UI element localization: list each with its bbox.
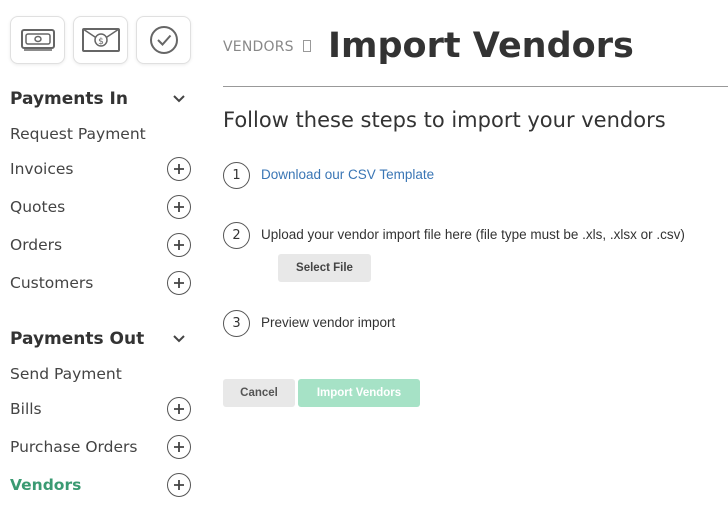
cancel-button[interactable]: Cancel <box>223 379 295 407</box>
payments-out-heading[interactable]: Payments Out <box>10 329 144 349</box>
chevron-down-icon[interactable] <box>170 330 188 348</box>
sidebar-item-quotes[interactable]: Quotes <box>10 198 65 216</box>
page-title: Import Vendors <box>328 26 634 66</box>
sidebar-item-orders[interactable]: Orders <box>10 236 62 254</box>
breadcrumb-separator-icon <box>303 40 311 52</box>
add-order-icon[interactable] <box>167 233 191 257</box>
divider <box>223 86 728 87</box>
download-csv-template-link[interactable]: Download our CSV Template <box>261 167 434 182</box>
checkmark-icon[interactable] <box>136 16 191 64</box>
cash-icon[interactable] <box>10 16 65 64</box>
chevron-down-icon[interactable] <box>170 90 188 108</box>
money-envelope-icon[interactable]: $ <box>73 16 128 64</box>
sidebar-item-invoices[interactable]: Invoices <box>10 160 74 178</box>
import-vendors-button[interactable]: Import Vendors <box>298 379 420 407</box>
sidebar-item-vendors[interactable]: Vendors <box>10 476 81 494</box>
preview-import-label: Preview vendor import <box>261 315 396 330</box>
sidebar-item-send-payment[interactable]: Send Payment <box>10 365 122 383</box>
step-number: 1 <box>223 162 250 189</box>
select-file-button[interactable]: Select File <box>278 254 371 282</box>
sidebar-item-purchase-orders[interactable]: Purchase Orders <box>10 438 137 456</box>
sidebar-item-customers[interactable]: Customers <box>10 274 93 292</box>
payments-in-heading[interactable]: Payments In <box>10 89 128 109</box>
add-purchase-order-icon[interactable] <box>167 435 191 459</box>
step-number: 2 <box>223 222 250 249</box>
add-invoice-icon[interactable] <box>167 157 191 181</box>
instructions-heading: Follow these steps to import your vendor… <box>223 108 666 132</box>
add-quote-icon[interactable] <box>167 195 191 219</box>
add-vendor-icon[interactable] <box>167 473 191 497</box>
main-content: VENDORS Import Vendors Follow these step… <box>223 0 728 515</box>
upload-instructions: Upload your vendor import file here (fil… <box>261 227 685 242</box>
add-customer-icon[interactable] <box>167 271 191 295</box>
breadcrumb[interactable]: VENDORS <box>223 39 294 55</box>
add-bill-icon[interactable] <box>167 397 191 421</box>
step-number: 3 <box>223 310 250 337</box>
sidebar-item-bills[interactable]: Bills <box>10 400 42 418</box>
sidebar-item-request-payment[interactable]: Request Payment <box>10 125 146 143</box>
sidebar: $ Payments In Request Payment Invoices Q… <box>0 0 200 515</box>
svg-text:$: $ <box>98 37 104 47</box>
